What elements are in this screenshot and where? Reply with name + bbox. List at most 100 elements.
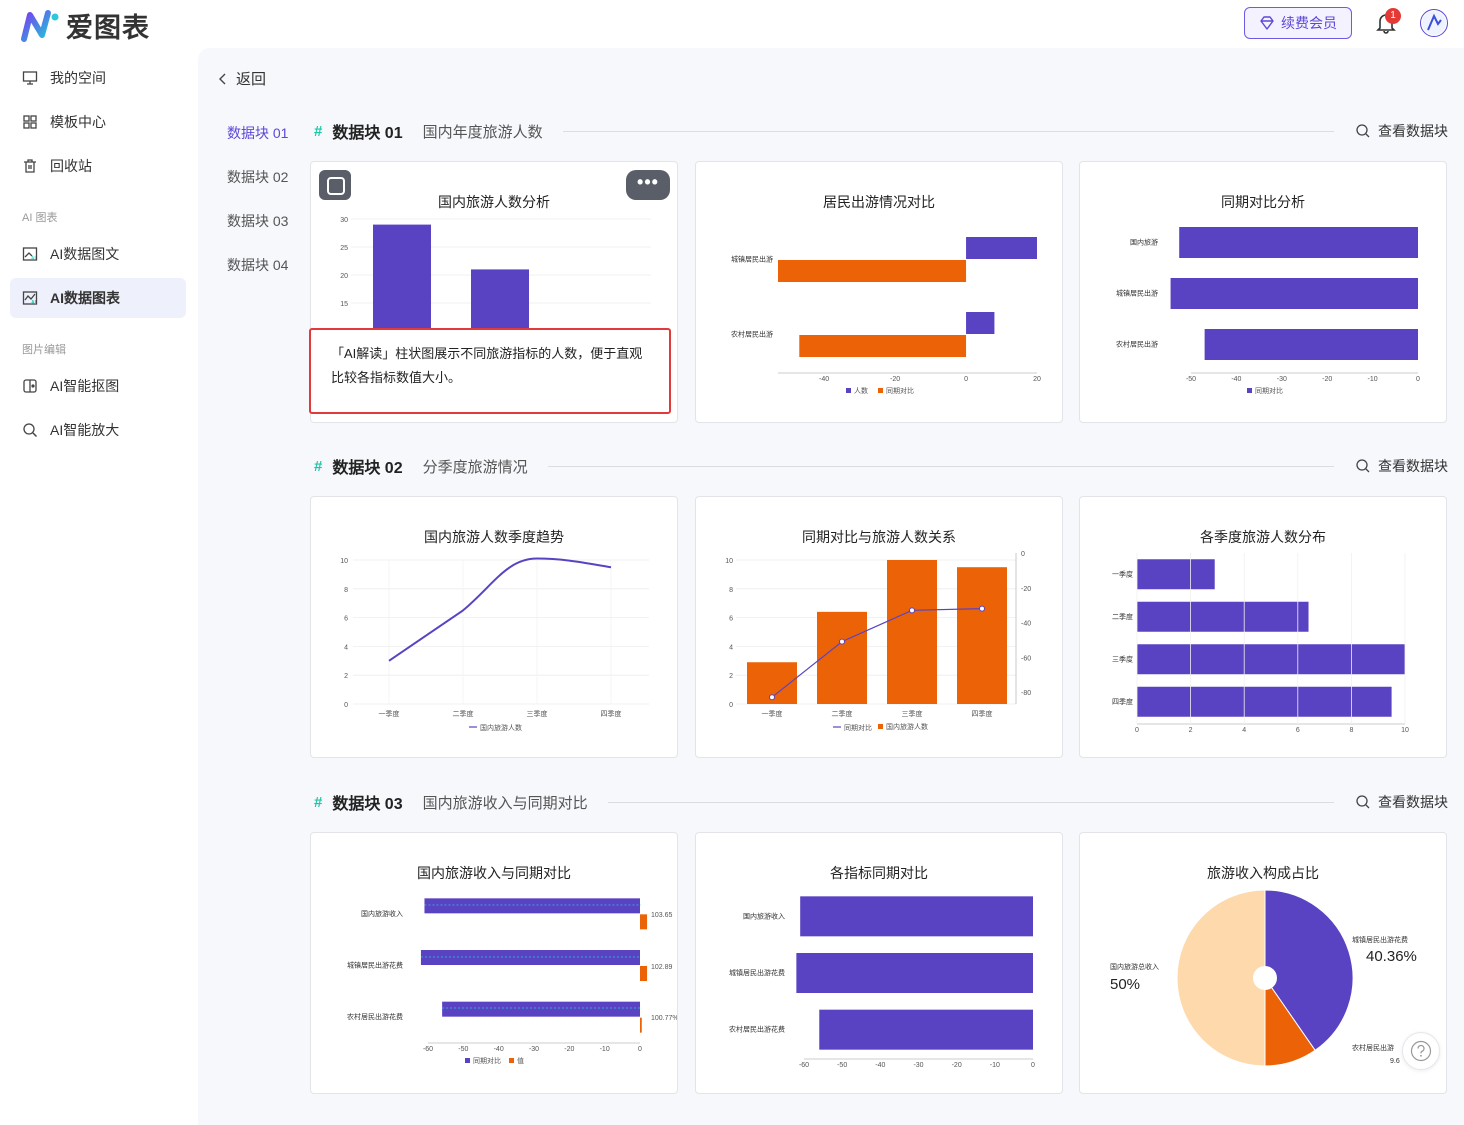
bar xyxy=(1137,686,1392,717)
category-label: 城镇居民出游 xyxy=(1116,289,1158,298)
search-icon xyxy=(1356,124,1370,138)
sidebar-item-ai-cutout[interactable]: AI智能抠图 xyxy=(10,366,186,406)
bar xyxy=(966,237,1037,259)
sidebar-item-ai-data-chart[interactable]: AI AI数据图表 xyxy=(10,278,186,318)
sidebar-item-ai-upscale[interactable]: AI智能放大 xyxy=(10,410,186,450)
bar xyxy=(424,898,640,914)
x-tick-label: -50 xyxy=(837,1062,847,1069)
chart-card[interactable]: 各指标同期对比 -60 -50 -40 -30 -20 -10 0 国内旅游收入 城镇居民出游花费… xyxy=(695,832,1063,1094)
x-tick-label: 20 xyxy=(1033,376,1041,383)
more-options-button[interactable]: ••• xyxy=(626,170,670,200)
notification-badge: 1 xyxy=(1385,8,1401,24)
legend-swatch xyxy=(878,724,883,729)
section-divider xyxy=(547,465,1334,467)
back-button[interactable]: 返回 xyxy=(218,68,266,89)
sidebar-item-ai-data-graphic[interactable]: AI AI数据图文 xyxy=(10,234,186,274)
svg-text:AI: AI xyxy=(31,256,36,262)
chart-card[interactable]: 同期对比与旅游人数关系 10 8 6 4 2 0 0 -20 -40 -60 -80 一季度 二季度 三季度… xyxy=(695,496,1063,758)
legend-label: 国内旅游人数 xyxy=(480,723,522,732)
x-tick-label: 三季度 xyxy=(902,709,923,718)
logo[interactable]: 爱图表 xyxy=(20,6,150,45)
section-name: 数据块 01 xyxy=(332,125,403,142)
sidebar-item-label: AI智能放大 xyxy=(50,422,120,438)
sidebar-item-label: 我的空间 xyxy=(50,70,106,86)
sidebar-item-label: AI智能抠图 xyxy=(50,378,120,394)
x-tick-label: 6 xyxy=(1296,727,1300,734)
section-subtitle: 分季度旅游情况 xyxy=(422,458,528,476)
x-tick-label: 四季度 xyxy=(601,709,622,718)
bar xyxy=(819,1009,1033,1050)
hash-icon: # xyxy=(314,793,323,811)
select-card-button[interactable] xyxy=(319,170,351,200)
view-data-block-label: 查看数据块 xyxy=(1378,123,1448,139)
ai-reading-popup: 「AI解读」柱状图展示不同旅游指标的人数，便于直观比较各指标数值大小。 xyxy=(309,328,671,414)
x-tick-label: 二季度 xyxy=(832,709,853,718)
x-tick-label: 0 xyxy=(1135,727,1139,734)
logo-text: 爱图表 xyxy=(66,13,150,43)
x-tick-label: -20 xyxy=(952,1062,962,1069)
bar xyxy=(817,611,867,704)
chart-card[interactable]: 居民出游情况对比 -40 -20 0 20 城镇居民出游 农村居民出游 人数 同期对比 xyxy=(695,161,1063,423)
view-data-block-button[interactable]: 查看数据块 xyxy=(1356,792,1448,812)
bar xyxy=(442,1001,640,1017)
line-point xyxy=(979,605,985,612)
nav-data-block-01[interactable]: 数据块 01 xyxy=(227,123,288,143)
chart-card[interactable]: 国内旅游收入与同期对比 -60 -50 -40 -30 -20 -10 0 国内旅游收入 城镇居民… xyxy=(310,832,678,1094)
y-tick-label: 2 xyxy=(344,673,348,680)
y2-tick-label: -20 xyxy=(1021,586,1031,593)
cutout-icon xyxy=(23,379,37,393)
x-tick-label: 一季度 xyxy=(379,709,400,718)
legend-swatch xyxy=(878,388,883,393)
help-button[interactable] xyxy=(1402,1032,1440,1070)
view-data-block-label: 查看数据块 xyxy=(1378,794,1448,810)
legend-label: 值 xyxy=(517,1056,524,1065)
chevron-left-icon xyxy=(219,73,226,84)
monitor-icon xyxy=(22,71,38,85)
y-tick-label: 4 xyxy=(344,644,348,651)
view-data-block-button[interactable]: 查看数据块 xyxy=(1356,121,1448,141)
series-line xyxy=(771,608,983,698)
x-tick-label: -30 xyxy=(1277,376,1287,383)
nav-data-block-03[interactable]: 数据块 03 xyxy=(227,211,288,231)
y-tick-label: 6 xyxy=(344,616,348,623)
chart-canvas: -50 -40 -30 -20 -10 0 国内旅游城镇居民出游农村居民出游同期对比 xyxy=(1116,227,1420,395)
pie-slice xyxy=(1176,889,1266,1067)
section-divider xyxy=(607,801,1334,803)
line-point xyxy=(769,694,775,701)
x-tick-label: -10 xyxy=(600,1046,610,1053)
x-tick-label: -60 xyxy=(423,1046,433,1053)
sidebar-item-my-space[interactable]: 我的空间 xyxy=(10,58,186,98)
bar xyxy=(1204,329,1418,360)
y-tick-label: 2 xyxy=(729,673,733,680)
y-tick-label: 6 xyxy=(729,616,733,623)
category-label: 城镇居民出游花费 xyxy=(347,961,403,970)
x-tick-label: 0 xyxy=(1416,376,1420,383)
nav-data-block-04[interactable]: 数据块 04 xyxy=(227,255,288,275)
chart-card[interactable]: 同期对比分析 -50 -40 -30 -20 -10 0 国内旅游 城镇居民出游 农村居民出游 同期… xyxy=(1079,161,1447,423)
section-header-01: # 数据块 01 国内年度旅游人数 查看数据块 xyxy=(314,120,1448,143)
svg-text:AI: AI xyxy=(31,300,37,306)
view-data-block-button[interactable]: 查看数据块 xyxy=(1356,456,1448,476)
slice-label: 农村居民出游 xyxy=(1352,1043,1394,1052)
sidebar-item-trash[interactable]: 回收站 xyxy=(10,146,186,186)
bar xyxy=(887,560,937,704)
section-header-02: # 数据块 02 分季度旅游情况 查看数据块 xyxy=(314,455,1448,478)
x-tick-label: -40 xyxy=(494,1046,504,1053)
user-avatar[interactable] xyxy=(1420,9,1448,37)
sidebar-group-ai-charts: AI 图表 xyxy=(22,212,58,224)
x-tick-label: -10 xyxy=(990,1062,1000,1069)
chart-canvas: 10 8 6 4 2 0 0 -20 -40 -60 -80 一季度 二季度 三季度 四季度同期对比 国内旅游… xyxy=(725,551,1031,732)
renew-vip-button[interactable]: 续费会员 xyxy=(1244,7,1352,39)
chart-canvas: 城镇居民出游花费 40.36% 农村居民出游 9.6 国内旅游总收入 50% xyxy=(1110,889,1417,1067)
chart-card[interactable]: 旅游收入构成占比 城镇居民出游花费 40.36% 农村居民出游 9.6 国内旅游总收入 50… xyxy=(1079,832,1447,1094)
chart-card[interactable]: 各季度旅游人数分布 0 2 4 6 8 10 一季度 二季度 三季度 四季度 xyxy=(1079,496,1447,758)
category-label: 城镇居民出游 xyxy=(731,255,773,264)
sidebar-item-templates[interactable]: 模板中心 xyxy=(10,102,186,142)
y2-tick-label: 0 xyxy=(1021,551,1025,558)
x-tick-label: -20 xyxy=(890,376,900,383)
view-data-block-label: 查看数据块 xyxy=(1378,458,1448,474)
y-tick-label: 30 xyxy=(340,217,348,224)
pie-hole xyxy=(1253,966,1277,990)
nav-data-block-02[interactable]: 数据块 02 xyxy=(227,167,288,187)
chart-card[interactable]: 国内旅游人数季度趋势 10 8 6 4 2 0 一季度 二季度 三季度 四季度 国内旅游人数 xyxy=(310,496,678,758)
